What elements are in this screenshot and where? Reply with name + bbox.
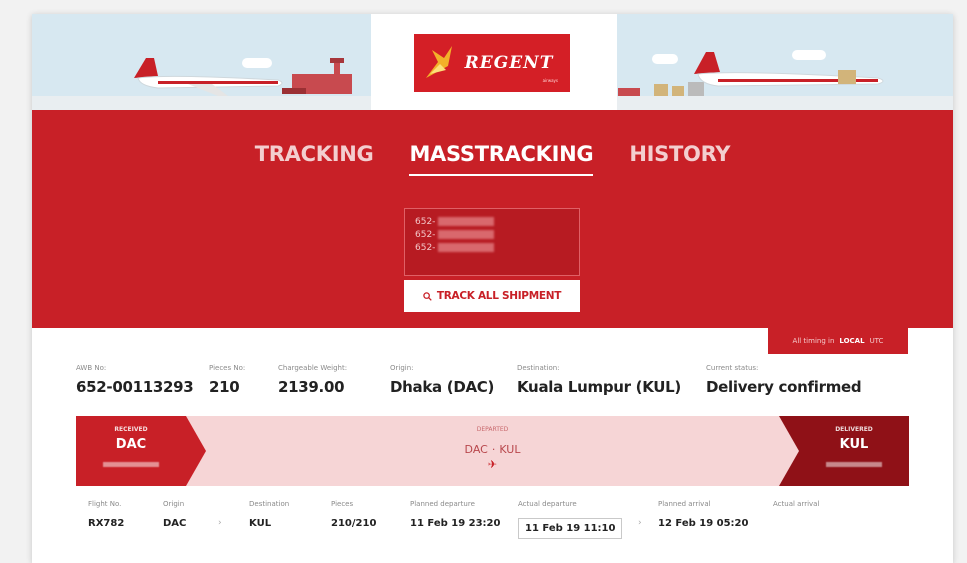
flight-origin-value: DAC (163, 518, 187, 529)
weight-value: 2139.00 (278, 378, 345, 396)
delivered-label: DELIVERED (835, 426, 873, 433)
flight-pieces-col: Pieces 210/210 (331, 500, 376, 529)
awb-label: AWB No: (76, 364, 107, 372)
flight-pieces-header: Pieces (331, 500, 354, 508)
route-from: DAC (464, 443, 488, 456)
received-code: DAC (115, 437, 147, 452)
awb-line: 652- (415, 241, 569, 254)
pieces-value: 210 (209, 378, 240, 396)
destination-value: Kuala Lumpur (KUL) (517, 378, 681, 396)
tab-history[interactable]: HISTORY (629, 142, 730, 176)
timezone-prefix: All timing in (792, 337, 835, 345)
planned-arrival-header: Planned arrival (658, 500, 711, 508)
actual-departure-value: 11 Feb 19 11:10 (518, 518, 623, 539)
weight-label: Chargeable Weight: (278, 364, 348, 372)
flight-destination-value: KUL (249, 518, 272, 529)
chevron-right-icon: › (638, 518, 642, 528)
flight-no-value: RX782 (88, 518, 125, 529)
track-all-shipment-label: TRACK ALL SHIPMENT (436, 290, 562, 302)
awb-line: 652- (415, 215, 569, 228)
tab-masstracking[interactable]: MASSTRACKING (409, 142, 594, 176)
planned-departure-col: Planned departure 11 Feb 19 23:20 (410, 500, 500, 529)
redacted-number (438, 230, 495, 239)
tracking-card: REGENT airways TRACKING MASSTRACKING HIS… (32, 14, 953, 563)
status-value: Delivery confirmed (706, 378, 862, 396)
flight-destination-col: Destination KUL (249, 500, 289, 529)
flight-no-header: Flight No. (88, 500, 122, 508)
actual-arrival-col: Actual arrival (773, 500, 819, 518)
actual-departure-header: Actual departure (518, 500, 577, 508)
bird-logo-icon (426, 46, 452, 78)
route-separator: · (491, 443, 496, 456)
cargo-plane-left-icon (134, 58, 283, 96)
awb-line: 652- (415, 228, 569, 241)
actual-arrival-header: Actual arrival (773, 500, 820, 508)
destination-label: Destination: (517, 364, 560, 372)
origin-label: Origin: (390, 364, 414, 372)
terminal-building-icon (282, 58, 352, 94)
planned-arrival-value: 12 Feb 19 05:20 (658, 518, 749, 529)
tracking-tabs: TRACKING MASSTRACKING HISTORY (32, 142, 953, 176)
origin-field: Origin: Dhaka (DAC) (390, 364, 494, 396)
weight-field: Chargeable Weight: 2139.00 (278, 364, 347, 396)
timezone-option-utc[interactable]: UTC (870, 337, 884, 345)
logo-wordmark: REGENT (464, 53, 554, 73)
planned-departure-value: 11 Feb 19 23:20 (410, 518, 501, 529)
chevron-right-icon: › (218, 518, 222, 528)
delivered-step: DELIVERED KUL (779, 416, 909, 486)
tab-tracking[interactable]: TRACKING (255, 142, 374, 176)
planned-arrival-col: Planned arrival 12 Feb 19 05:20 (658, 500, 748, 529)
search-icon (423, 291, 432, 301)
actual-departure-col: Actual departure 11 Feb 19 11:10 (518, 500, 623, 539)
cargo-plane-right-icon (694, 52, 884, 87)
delivered-code: KUL (839, 437, 869, 452)
received-date-redacted (103, 462, 159, 467)
status-field: Current status: Delivery confirmed (706, 364, 862, 396)
status-label: Current status: (706, 364, 759, 372)
origin-value: Dhaka (DAC) (390, 378, 495, 396)
awb-value: 652-00113293 (76, 378, 194, 396)
status-progress-strip: DEPARTED DAC · KUL ✈ RECEIVED DAC DELIVERE… (76, 416, 909, 486)
regent-logo[interactable]: REGENT airways (414, 34, 570, 92)
awb-textarea[interactable]: 652- 652- 652- (404, 208, 580, 276)
delivered-date-redacted (826, 462, 882, 467)
track-all-shipment-button[interactable]: TRACK ALL SHIPMENT (404, 280, 580, 312)
timezone-option-local[interactable]: LOCAL (839, 337, 864, 345)
flight-origin-col: Origin DAC (163, 500, 186, 529)
logo-tagline: airways (542, 78, 558, 83)
flight-origin-header: Origin (163, 500, 185, 508)
awb-field: AWB No: 652-00113293 (76, 364, 194, 396)
redacted-number (438, 217, 495, 226)
received-label: RECEIVED (114, 426, 148, 433)
timezone-toggle: All timing in LOCAL UTC (768, 328, 908, 354)
flight-no-col: Flight No. RX782 (88, 500, 124, 529)
route-to: KUL (499, 443, 521, 456)
pieces-label: Pieces No: (209, 364, 246, 372)
received-step: RECEIVED DAC (76, 416, 206, 486)
flight-destination-header: Destination (249, 500, 290, 508)
redacted-number (438, 243, 495, 252)
planned-departure-header: Planned departure (410, 500, 475, 508)
flight-pieces-value: 210/210 (331, 518, 377, 529)
header-illustration: REGENT airways (32, 14, 953, 110)
destination-field: Destination: Kuala Lumpur (KUL) (517, 364, 681, 396)
pieces-field: Pieces No: 210 (209, 364, 245, 396)
